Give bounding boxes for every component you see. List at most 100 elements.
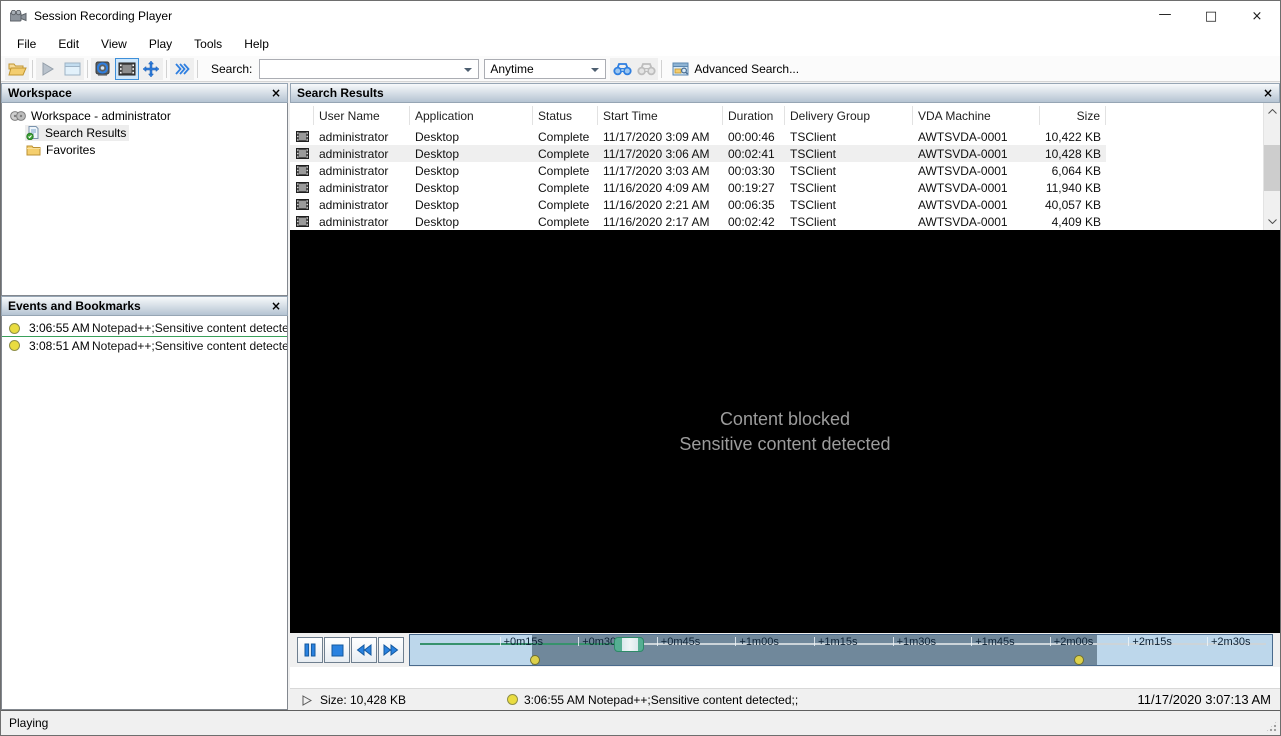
result-row[interactable]: administrator Desktop Complete 11/16/202… [290, 179, 1280, 196]
more-tools-button[interactable] [170, 57, 194, 80]
pause-button[interactable] [297, 637, 323, 663]
blocked-message: Content blocked Sensitive content detect… [679, 407, 890, 457]
result-row[interactable]: administrator Desktop Complete 11/17/202… [290, 162, 1280, 179]
cell-delivery-group: TSClient [790, 197, 837, 212]
recorder-icon [94, 61, 112, 76]
workspace-panel: Workspace × Workspace - administrator Se… [1, 83, 288, 296]
scroll-thumb[interactable] [1264, 145, 1280, 191]
timeline-handle[interactable] [614, 637, 644, 652]
current-event-icon [507, 694, 518, 705]
tree-item-search-results[interactable]: Search Results [2, 124, 287, 141]
menu-item[interactable]: Edit [47, 33, 90, 55]
cell-vda-machine: AWTSVDA-0001 [918, 197, 1008, 212]
play-icon [42, 61, 54, 76]
search-combobox[interactable] [259, 58, 480, 79]
rewind-button[interactable] [351, 637, 377, 663]
table-scrollbar[interactable] [1263, 103, 1280, 230]
cell-user-name: administrator [319, 180, 389, 195]
timeline-event-marker-1[interactable] [530, 655, 540, 665]
event-row[interactable]: 3:08:51 AM Notepad++;Sensitive content d… [2, 337, 287, 354]
resize-grip[interactable] [1265, 720, 1278, 733]
search-results-header: Search Results × [290, 83, 1280, 103]
col-header-start-time[interactable]: Start Time [598, 106, 723, 125]
blocked-line1: Content blocked [719, 408, 851, 429]
result-row[interactable]: administrator Desktop Complete 11/16/202… [290, 196, 1280, 213]
folder-icon [26, 144, 41, 156]
window-frame-icon [64, 62, 81, 76]
fast-forward-button[interactable] [378, 637, 404, 663]
result-row[interactable]: administrator Desktop Complete 11/17/202… [290, 128, 1280, 145]
col-header-duration[interactable]: Duration [723, 106, 785, 125]
cell-status: Complete [538, 197, 590, 212]
scroll-up-button[interactable] [1264, 103, 1280, 120]
maximize-button[interactable]: □ [1188, 1, 1234, 31]
find-next-button[interactable] [634, 57, 659, 80]
minimize-icon: — [1158, 6, 1172, 22]
menu-item[interactable]: File [6, 33, 47, 55]
cell-user-name: administrator [319, 163, 389, 178]
time-filter-combobox[interactable]: Anytime [484, 58, 607, 79]
play-toolbar-button[interactable] [36, 57, 60, 80]
film-view-button[interactable] [115, 57, 139, 80]
cell-duration: 00:19:27 [728, 180, 775, 195]
result-row[interactable]: administrator Desktop Complete 11/16/202… [290, 213, 1280, 230]
minimize-button[interactable]: — [1142, 1, 1188, 31]
window-controls: — □ × [1142, 1, 1280, 31]
advanced-search-button[interactable]: Advanced Search... [665, 58, 806, 80]
cell-delivery-group: TSClient [790, 180, 837, 195]
event-description: Notepad++;Sensitive content detecte... [92, 338, 287, 353]
cell-delivery-group: TSClient [790, 214, 837, 229]
workspace-close-button[interactable]: × [271, 87, 281, 99]
pan-button[interactable] [139, 57, 163, 80]
cell-start-time: 11/16/2020 2:17 AM [603, 214, 710, 229]
tree-item-workspace-root[interactable]: Workspace - administrator [2, 107, 287, 124]
col-header-application[interactable]: Application [410, 106, 533, 125]
status-bar: Playing [1, 711, 1280, 735]
col-header-vda-machine[interactable]: VDA Machine [913, 106, 1040, 125]
fast-forward-icon [383, 644, 399, 656]
event-description: Notepad++;Sensitive content detecte... [92, 321, 287, 335]
scroll-down-button[interactable] [1264, 213, 1280, 230]
cell-user-name: administrator [314, 145, 410, 162]
playback-timestamp: 11/17/2020 3:07:13 AM [1137, 692, 1271, 707]
close-button[interactable]: × [1234, 1, 1280, 31]
col-header-delivery-group[interactable]: Delivery Group [785, 106, 913, 125]
menu-item[interactable]: View [90, 33, 138, 55]
cell-duration: 00:03:30 [728, 163, 775, 178]
event-time: 3:06:55 AM [29, 321, 90, 335]
toolbar-separator [197, 59, 198, 78]
tree-item-favorites[interactable]: Favorites [2, 141, 287, 158]
menu-item[interactable]: Help [233, 33, 280, 55]
menu-item[interactable]: Tools [183, 33, 233, 55]
left-column: Workspace × Workspace - administrator Se… [1, 83, 288, 710]
results-header-row: User Name Application Status Start Time … [290, 103, 1280, 128]
app-camera-icon [10, 9, 27, 23]
right-column: Search Results × User Name Application S… [290, 83, 1280, 710]
recorder-view-button[interactable] [91, 57, 115, 80]
open-recording-button[interactable] [5, 57, 29, 80]
player-window-button[interactable] [60, 57, 84, 80]
cell-application: Desktop [415, 163, 460, 178]
event-marker-icon [9, 322, 20, 334]
col-header-user-name[interactable]: User Name [314, 106, 410, 125]
timeline[interactable]: +0m15s +0m30s +0m45s +1m00s +1m15s +1m30s +1m4… [409, 634, 1273, 666]
chevron-down-icon [591, 67, 600, 72]
cell-user-name: administrator [319, 197, 389, 212]
col-header-size[interactable]: Size [1040, 106, 1106, 125]
events-close-button[interactable]: × [271, 300, 281, 312]
workspace-panel-header: Workspace × [1, 83, 288, 103]
cell-size: 4,409 KB [1051, 214, 1101, 229]
col-header-status[interactable]: Status [533, 106, 598, 125]
cell-application: Desktop [415, 129, 460, 144]
find-button[interactable] [610, 57, 635, 80]
search-results-close-button[interactable]: × [1263, 87, 1273, 99]
stop-button[interactable] [324, 637, 350, 663]
event-row[interactable]: 3:06:55 AM Notepad++;Sensitive content d… [2, 320, 287, 337]
window-title: Session Recording Player [34, 9, 173, 23]
toolbar: Search: Anytime Advanced Search... [1, 56, 1280, 82]
timeline-event-marker-2[interactable] [1074, 655, 1084, 665]
title-bar: Session Recording Player — □ × [1, 1, 1280, 31]
result-row[interactable]: administrator Desktop Complete 11/17/202… [290, 145, 1280, 162]
menu-item[interactable]: Play [138, 33, 183, 55]
toolbar-separator [32, 59, 33, 78]
